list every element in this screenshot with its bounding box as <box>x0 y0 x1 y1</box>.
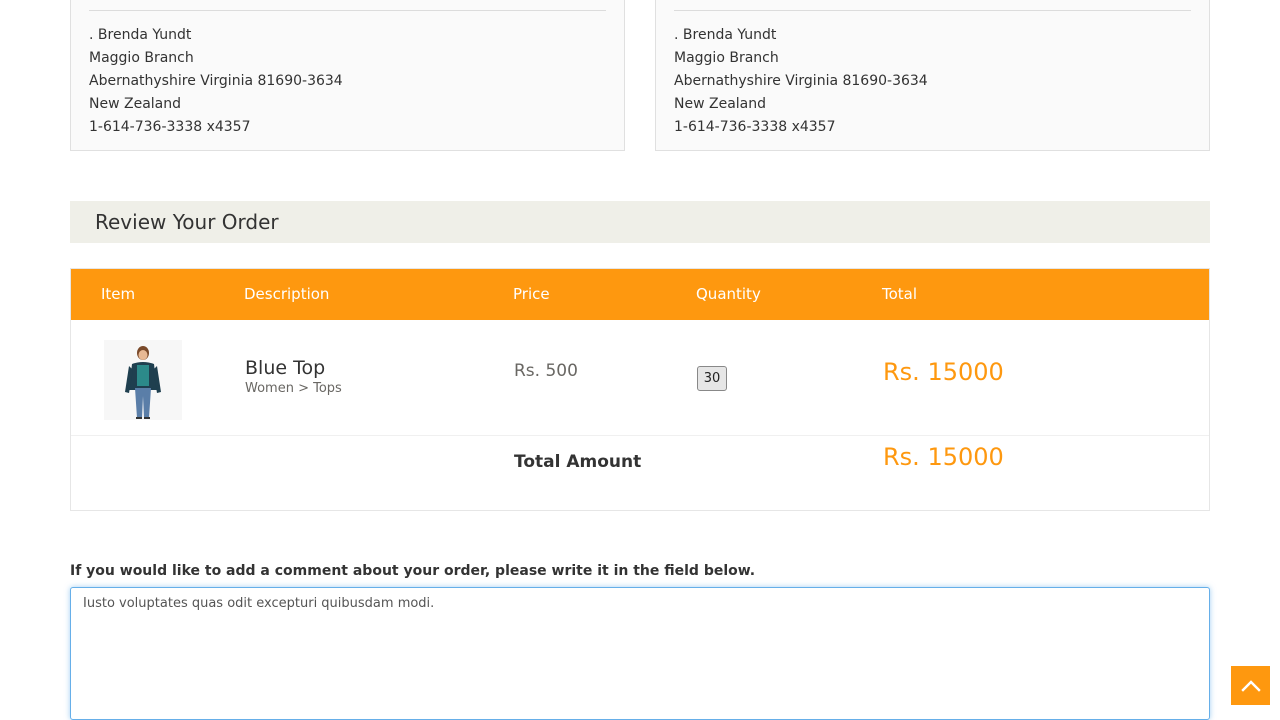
address-country: New Zealand <box>674 96 766 112</box>
address-company: Maggio Branch <box>674 50 779 66</box>
table-row: Blue Top Women > Tops Rs. 500 30 Rs. 150… <box>71 320 1209 436</box>
comment-textarea[interactable]: Iusto voluptates quas odit excepturi qui… <box>70 587 1210 720</box>
scroll-up-button[interactable] <box>1231 666 1270 705</box>
comment-label: If you would like to add a comment about… <box>70 563 756 579</box>
address-country: New Zealand <box>89 96 181 112</box>
billing-address-box: . Brenda Yundt Maggio Branch Abernathysh… <box>655 0 1210 151</box>
product-name[interactable]: Blue Top <box>245 357 325 379</box>
total-amount-label: Total Amount <box>514 452 642 472</box>
billing-address-lines: . Brenda Yundt Maggio Branch Abernathysh… <box>674 24 928 139</box>
header-quantity: Quantity <box>696 285 761 303</box>
table-header: Item Description Price Quantity Total <box>71 269 1209 320</box>
address-company: Maggio Branch <box>89 50 194 66</box>
address-phone: 1-614-736-3338 x4357 <box>674 119 836 135</box>
address-phone: 1-614-736-3338 x4357 <box>89 119 251 135</box>
address-divider <box>674 10 1191 11</box>
product-price: Rs. 500 <box>514 361 578 381</box>
delivery-address-lines: . Brenda Yundt Maggio Branch Abernathysh… <box>89 24 343 139</box>
address-name: . Brenda Yundt <box>89 27 192 43</box>
total-amount-value: Rs. 15000 <box>883 443 1004 471</box>
product-total: Rs. 15000 <box>883 358 1004 386</box>
header-item: Item <box>101 285 136 303</box>
address-divider <box>89 10 606 11</box>
delivery-address-box: . Brenda Yundt Maggio Branch Abernathysh… <box>70 0 625 151</box>
header-total: Total <box>882 285 918 303</box>
header-description: Description <box>244 285 330 303</box>
address-city-state: Abernathyshire Virginia 81690-3634 <box>89 73 343 89</box>
product-image[interactable] <box>104 340 182 420</box>
address-name: . Brenda Yundt <box>674 27 777 43</box>
header-price: Price <box>513 285 550 303</box>
review-order-heading: Review Your Order <box>70 201 1210 243</box>
order-table: Item Description Price Quantity Total Bl… <box>70 268 1210 511</box>
product-category: Women > Tops <box>245 381 342 396</box>
address-city-state: Abernathyshire Virginia 81690-3634 <box>674 73 928 89</box>
chevron-up-icon <box>1240 679 1261 692</box>
quantity-button[interactable]: 30 <box>697 366 727 391</box>
